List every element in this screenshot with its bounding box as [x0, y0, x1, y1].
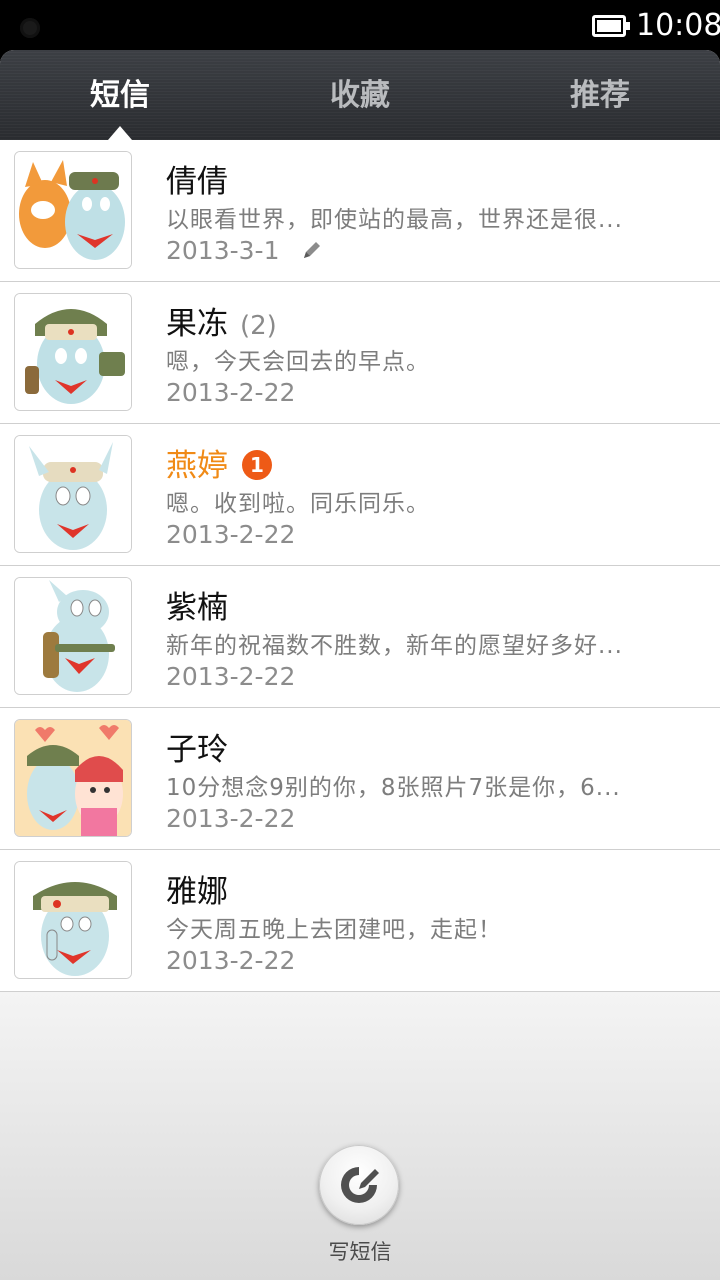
contact-avatar[interactable]: [14, 577, 132, 695]
status-bar: 10:08: [0, 0, 720, 52]
unread-badge: 1: [242, 450, 272, 480]
compose-label: 写短信: [328, 1240, 392, 1264]
contact-name: 倩倩: [166, 164, 228, 200]
status-clock: 10:08: [636, 8, 720, 43]
contact-name: 燕婷 1: [166, 440, 272, 485]
message-date: 2013-2-22: [166, 520, 296, 549]
compose-message-button[interactable]: [319, 1145, 399, 1225]
message-count: (2): [240, 311, 277, 341]
contact-avatar[interactable]: [14, 435, 132, 553]
messaging-app: 短信 收藏 推荐 倩倩 以眼看世界，即使站的最高，世界还是很... 2013-3…: [0, 50, 720, 1280]
message-date: 2013-2-22: [166, 804, 296, 833]
active-tab-indicator: [108, 126, 132, 140]
compose-icon: [341, 1167, 379, 1203]
tab-bar: 短信 收藏 推荐: [0, 50, 720, 141]
battery-icon: [592, 15, 630, 37]
contact-name: 雅娜: [166, 874, 228, 910]
contact-avatar[interactable]: [14, 719, 132, 837]
message-preview: 嗯。收到啦。同乐同乐。: [166, 491, 430, 517]
conversation-item[interactable]: 倩倩 以眼看世界，即使站的最高，世界还是很... 2013-3-1: [0, 140, 720, 282]
conversation-item[interactable]: 雅娜 今天周五晚上去团建吧，走起！ 2013-2-22: [0, 850, 720, 992]
conversation-item[interactable]: 果冻 (2) 嗯，今天会回去的早点。 2013-2-22: [0, 282, 720, 424]
message-date: 2013-2-22: [166, 946, 296, 975]
tab-recommended[interactable]: 推荐: [480, 50, 720, 140]
contact-avatar[interactable]: [14, 861, 132, 979]
message-preview: 以眼看世界，即使站的最高，世界还是很...: [166, 207, 623, 233]
conversation-list: 倩倩 以眼看世界，即使站的最高，世界还是很... 2013-3-1 果冻 (2)…: [0, 140, 720, 992]
contact-avatar[interactable]: [14, 151, 132, 269]
draft-pencil-icon: [301, 238, 323, 267]
message-preview: 今天周五晚上去团建吧，走起！: [166, 917, 502, 943]
camera-icon: [20, 18, 40, 38]
contact-name: 果冻 (2): [166, 306, 277, 342]
message-preview: 10分想念9别的你，8张照片7张是你，6...: [166, 775, 621, 801]
message-date: 2013-3-1: [166, 236, 323, 267]
tab-favorites[interactable]: 收藏: [240, 50, 480, 140]
message-date: 2013-2-22: [166, 378, 296, 407]
conversation-item[interactable]: 子玲 10分想念9别的你，8张照片7张是你，6... 2013-2-22: [0, 708, 720, 850]
contact-name: 子玲: [166, 732, 228, 768]
message-date: 2013-2-22: [166, 662, 296, 691]
conversation-item[interactable]: 紫楠 新年的祝福数不胜数，新年的愿望好多好... 2013-2-22: [0, 566, 720, 708]
contact-avatar[interactable]: [14, 293, 132, 411]
contact-name: 紫楠: [166, 590, 228, 626]
conversation-item[interactable]: 燕婷 1 嗯。收到啦。同乐同乐。 2013-2-22: [0, 424, 720, 566]
message-preview: 新年的祝福数不胜数，新年的愿望好多好...: [166, 633, 623, 659]
message-preview: 嗯，今天会回去的早点。: [166, 349, 430, 375]
